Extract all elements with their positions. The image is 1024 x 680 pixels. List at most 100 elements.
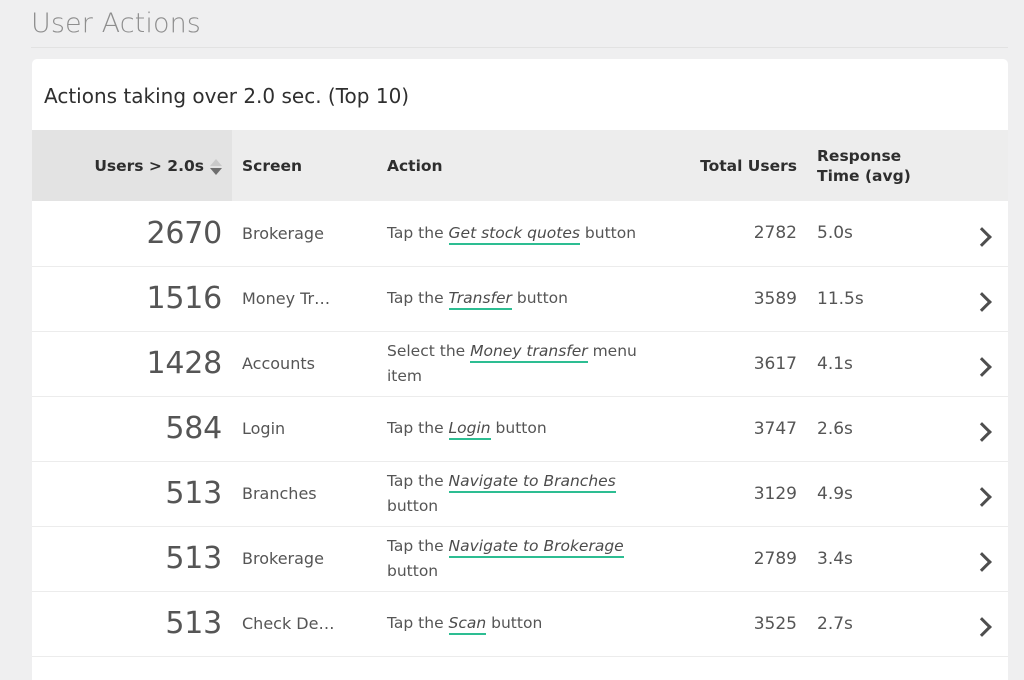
cell-response-time: 5.0s [807, 201, 952, 266]
cell-detail[interactable] [952, 460, 1008, 526]
action-prefix: Tap the [387, 471, 449, 490]
action-link[interactable]: Login [448, 419, 491, 440]
cell-detail[interactable] [952, 265, 1008, 331]
cell-screen: Branches [232, 460, 377, 526]
column-header-users-label: Users > 2.0s [94, 156, 204, 175]
cell-total-users: 3617 [667, 330, 807, 396]
table-row[interactable]: 513 Branches Tap the Navigate to Branche… [32, 460, 1008, 526]
cell-total-users: 2789 [667, 525, 807, 591]
user-actions-table: Users > 2.0s Screen Action Total Users R… [32, 130, 1008, 680]
column-header-total-users[interactable]: Total Users [667, 130, 807, 201]
cell-users: 584 [32, 395, 232, 461]
column-header-response-time[interactable]: Response Time (avg) [807, 130, 952, 201]
cell-response-time: 11.5s [807, 265, 952, 331]
action-suffix: button [511, 289, 568, 307]
cell-action: Tap the Transfer button [377, 265, 667, 331]
cell-total-users: 3525 [667, 590, 807, 656]
action-link[interactable]: Transfer [448, 289, 512, 310]
cell-action: Tap the Scan button [377, 590, 667, 656]
cell-action: Select the Money transfer menu item [377, 330, 667, 396]
action-prefix: Tap the [387, 289, 449, 307]
action-suffix: button [387, 561, 439, 580]
table-row[interactable]: Select the Brokerage menu [32, 655, 1008, 680]
action-link[interactable]: Scan [448, 614, 487, 635]
sort-ascending-arrow-icon [210, 158, 222, 166]
cell-screen: Login [232, 395, 377, 461]
cell-screen: Brokerage [232, 525, 377, 591]
cell-detail[interactable] [952, 330, 1008, 396]
table-row[interactable]: 1516 Money Tr… Tap the Transfer button 3… [32, 265, 1008, 331]
action-link[interactable]: Money transfer [470, 341, 588, 363]
cell-detail[interactable] [952, 395, 1008, 461]
cell-response-time: 2.7s [807, 590, 952, 656]
cell-action: Tap the Login button [377, 395, 667, 461]
card-title: Actions taking over 2.0 sec. (Top 10) [44, 84, 410, 108]
column-header-screen-label: Screen [242, 156, 303, 175]
cell-users: 513 [32, 525, 232, 591]
table-header: Users > 2.0s Screen Action Total Users R… [32, 130, 1008, 201]
cell-users: 513 [32, 590, 232, 656]
column-header-response-time-line1: Response [817, 146, 902, 165]
action-suffix: button [387, 496, 439, 515]
cell-total-users: 3589 [667, 265, 807, 331]
table-row[interactable]: 584 Login Tap the Login button 3747 2.6s [32, 395, 1008, 461]
cell-response-time [807, 655, 952, 680]
cell-action: Tap the Navigate to Brokerage button [377, 525, 667, 591]
column-header-users[interactable]: Users > 2.0s [32, 130, 232, 201]
column-header-response-time-line2: Time (avg) [817, 166, 911, 185]
cell-screen: Check De… [232, 590, 377, 656]
action-prefix: Tap the [387, 614, 449, 632]
cell-users: 513 [32, 460, 232, 526]
cell-action: Tap the Get stock quotes button [377, 201, 667, 266]
column-header-action-label: Action [387, 156, 443, 175]
cell-action: Tap the Navigate to Branches button [377, 460, 667, 526]
cell-total-users: 3129 [667, 460, 807, 526]
action-suffix: button [486, 614, 543, 632]
page-header: User Actions [0, 0, 1024, 48]
cell-detail[interactable] [952, 655, 1008, 680]
cell-response-time: 4.9s [807, 460, 952, 526]
title-divider [31, 47, 1008, 48]
column-header-action[interactable]: Action [377, 130, 667, 201]
cell-screen: Brokerage [232, 201, 377, 266]
cell-total-users: 3747 [667, 395, 807, 461]
cell-action: Select the Brokerage menu [377, 655, 667, 680]
column-header-total-users-label: Total Users [700, 156, 797, 175]
cell-screen: Accounts [232, 330, 377, 396]
cell-total-users [667, 655, 807, 680]
action-prefix: Tap the [387, 419, 449, 437]
action-prefix: Tap the [387, 223, 449, 242]
cell-users: 1428 [32, 330, 232, 396]
action-suffix: button [579, 223, 637, 242]
sort-toggle-icon[interactable] [210, 158, 222, 175]
action-prefix: Select the [387, 341, 471, 360]
cell-response-time: 3.4s [807, 525, 952, 591]
action-prefix: Tap the [387, 536, 449, 555]
sort-descending-arrow-icon [210, 167, 222, 175]
cell-users: 1516 [32, 265, 232, 331]
cell-screen: Money Tr… [232, 265, 377, 331]
cell-detail[interactable] [952, 590, 1008, 656]
table-row[interactable]: 513 Brokerage Tap the Navigate to Broker… [32, 525, 1008, 591]
table-row[interactable]: 1428 Accounts Select the Money transfer … [32, 330, 1008, 396]
action-link[interactable]: Get stock quotes [448, 223, 580, 245]
table-header-row: Users > 2.0s Screen Action Total Users R… [32, 130, 1008, 201]
user-actions-page: User Actions Actions taking over 2.0 sec… [0, 0, 1024, 680]
cell-response-time: 4.1s [807, 330, 952, 396]
table-row[interactable]: 513 Check De… Tap the Scan button 3525 2… [32, 590, 1008, 656]
cell-users [32, 655, 232, 680]
table-row[interactable]: 2670 Brokerage Tap the Get stock quotes … [32, 201, 1008, 266]
cell-detail[interactable] [952, 525, 1008, 591]
page-title: User Actions [31, 8, 201, 39]
cell-detail[interactable] [952, 201, 1008, 266]
action-suffix: button [490, 419, 547, 437]
cell-screen [232, 655, 377, 680]
column-header-detail [952, 130, 1008, 201]
table-body: 2670 Brokerage Tap the Get stock quotes … [32, 201, 1008, 680]
actions-card: Actions taking over 2.0 sec. (Top 10) Us… [32, 59, 1008, 680]
action-link[interactable]: Navigate to Branches [448, 471, 616, 493]
cell-users: 2670 [32, 201, 232, 266]
action-link[interactable]: Navigate to Brokerage [448, 536, 624, 558]
cell-total-users: 2782 [667, 201, 807, 266]
column-header-screen[interactable]: Screen [232, 130, 377, 201]
